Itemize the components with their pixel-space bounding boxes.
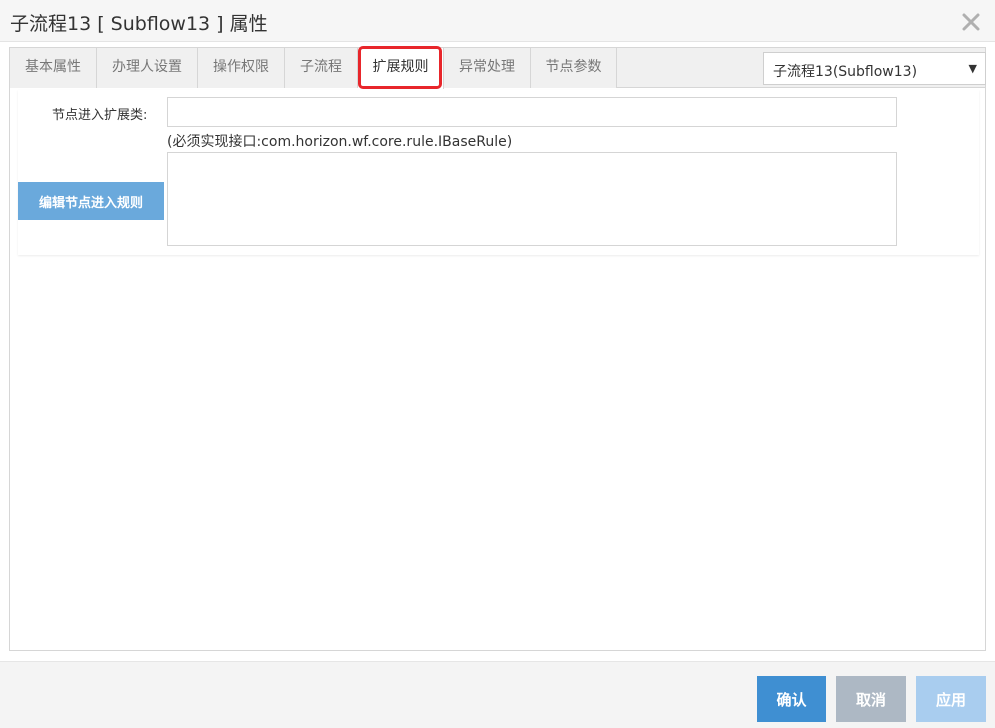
node-select-value: 子流程13(Subflow13): [773, 64, 918, 80]
interface-hint: (必须实现接口:com.horizon.wf.core.rule.IBaseRu…: [167, 134, 513, 150]
node-select[interactable]: 子流程13(Subflow13) ▼: [763, 52, 986, 85]
chevron-down-icon: ▼: [968, 62, 977, 75]
edit-node-entry-rule-button[interactable]: 编辑节点进入规则: [18, 182, 164, 220]
confirm-button[interactable]: 确认: [757, 676, 826, 722]
dialog-titlebar: 子流程13 [ Subflow13 ] 属性: [0, 0, 995, 42]
cancel-button[interactable]: 取消: [836, 676, 906, 722]
properties-panel: 基本属性 办理人设置 操作权限 子流程 扩展规则 异常处理 节点参数 子流程13…: [9, 46, 986, 651]
tab-subflow[interactable]: 子流程: [285, 48, 358, 88]
dialog-footer: 确认 取消 应用: [0, 661, 995, 728]
tab-node-parameters[interactable]: 节点参数: [531, 48, 617, 88]
tab-exception-handling[interactable]: 异常处理: [444, 48, 531, 88]
tab-extension-rules[interactable]: 扩展规则: [358, 48, 444, 89]
tab-bar: 基本属性 办理人设置 操作权限 子流程 扩展规则 异常处理 节点参数 子流程13…: [10, 46, 986, 89]
rule-textarea[interactable]: [167, 152, 897, 246]
tab-basic-properties[interactable]: 基本属性: [10, 48, 97, 88]
extension-class-label: 节点进入扩展类:: [52, 108, 148, 123]
tab-operation-permissions[interactable]: 操作权限: [198, 48, 285, 88]
extension-class-input[interactable]: [167, 97, 897, 127]
close-icon[interactable]: [959, 10, 983, 34]
tab-handler-settings[interactable]: 办理人设置: [97, 48, 198, 88]
dialog-title: 子流程13 [ Subflow13 ] 属性: [10, 13, 268, 35]
apply-button[interactable]: 应用: [916, 676, 986, 722]
